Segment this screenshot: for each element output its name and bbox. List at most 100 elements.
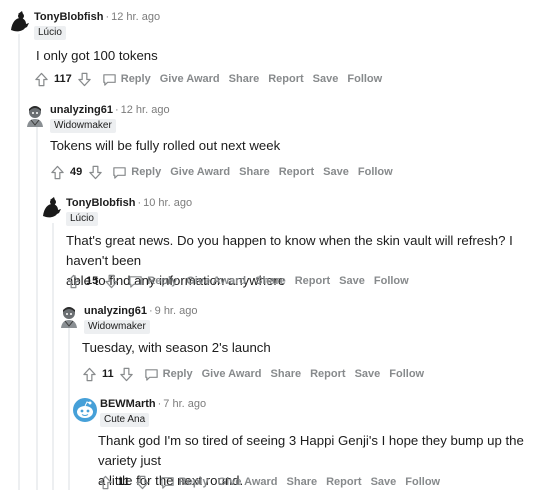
follow-button[interactable]: Follow [374, 275, 409, 287]
follow-button[interactable]: Follow [405, 476, 440, 488]
upvote-icon[interactable] [32, 70, 50, 88]
share-button[interactable]: Share [287, 476, 318, 488]
give-award-button[interactable]: Give Award [218, 476, 278, 488]
comment: BEWMarth · 7 hr. ago Cute Ana Thank god I'… [72, 397, 546, 490]
reply-button[interactable]: Reply [102, 72, 151, 87]
save-button[interactable]: Save [371, 476, 397, 488]
timestamp[interactable]: 9 hr. ago [155, 305, 198, 317]
separator: · [105, 11, 110, 23]
upvote-icon[interactable] [48, 163, 66, 181]
vote-score: 15 [86, 275, 99, 287]
avatar[interactable] [56, 304, 82, 330]
share-button[interactable]: Share [239, 166, 270, 178]
reply-button[interactable]: Reply [144, 367, 193, 382]
share-button[interactable]: Share [271, 368, 302, 380]
separator: · [114, 104, 119, 116]
share-button[interactable]: Share [255, 275, 286, 287]
username[interactable]: unalyzing61 [84, 305, 147, 317]
thread-line[interactable] [18, 34, 20, 490]
username[interactable]: TonyBlobfish [66, 197, 135, 209]
follow-button[interactable]: Follow [389, 368, 424, 380]
avatar[interactable] [6, 10, 32, 36]
upvote-icon[interactable] [96, 473, 114, 490]
vote-score: 11 [118, 476, 130, 488]
username[interactable]: unalyzing61 [50, 104, 113, 116]
comment: TonyBlobfish · 12 hr. ago Lúcio I only got… [6, 10, 546, 90]
comment-bubble-icon [103, 73, 116, 86]
downvote-icon[interactable] [76, 70, 94, 88]
avatar[interactable] [38, 196, 64, 222]
comment-actions: 15 Reply Give Award Share Report Save Fo… [64, 270, 409, 292]
timestamp[interactable]: 7 hr. ago [163, 398, 206, 410]
comment-actions: 11 Reply Give Award Share Report Save Fo… [80, 363, 424, 385]
comment-body: Tuesday, with season 2's launch [82, 340, 271, 355]
upvote-icon[interactable] [64, 272, 82, 290]
vote-score: 49 [70, 166, 83, 178]
save-button[interactable]: Save [323, 166, 349, 178]
username[interactable]: BEWMarth [100, 398, 156, 410]
give-award-button[interactable]: Give Award [160, 73, 220, 85]
give-award-button[interactable]: Give Award [170, 166, 230, 178]
gray-character-avatar-icon [61, 307, 77, 328]
reply-label: Reply [162, 368, 193, 380]
separator: · [137, 197, 142, 209]
timestamp[interactable]: 12 hr. ago [121, 104, 170, 116]
report-button[interactable]: Report [268, 73, 303, 85]
user-flair: Lúcio [34, 26, 66, 40]
comment: unalyzing61 · 12 hr. ago Widowmaker Tokens… [22, 103, 546, 185]
separator: · [148, 305, 153, 317]
report-button[interactable]: Report [326, 476, 361, 488]
comment-meta: unalyzing61 · 9 hr. ago [84, 304, 197, 318]
timestamp[interactable]: 10 hr. ago [143, 197, 192, 209]
give-award-button[interactable]: Give Award [186, 275, 246, 287]
comment-body-line: That's great news. Do you happen to know… [66, 233, 513, 268]
reply-button[interactable]: Reply [128, 274, 177, 289]
comment-bubble-icon [113, 166, 126, 179]
black-silhouette-avatar-icon [43, 197, 61, 218]
report-button[interactable]: Report [310, 368, 345, 380]
comment-meta: unalyzing61 · 12 hr. ago [50, 103, 170, 117]
black-silhouette-avatar-icon [11, 11, 29, 32]
give-award-button[interactable]: Give Award [202, 368, 262, 380]
reply-label: Reply [178, 476, 209, 488]
vote-score: 117 [54, 73, 72, 85]
reply-button[interactable]: Reply [160, 475, 209, 490]
downvote-icon[interactable] [118, 365, 136, 383]
comment-actions: 117 Reply Give Award Share Report Save F… [32, 68, 382, 90]
reply-label: Reply [120, 73, 151, 85]
downvote-icon[interactable] [102, 272, 120, 290]
gray-character-avatar-icon [27, 106, 43, 127]
comment-bubble-icon [160, 476, 174, 489]
timestamp[interactable]: 12 hr. ago [111, 11, 160, 23]
comment-meta: TonyBlobfish · 12 hr. ago [34, 10, 160, 24]
reply-button[interactable]: Reply [112, 165, 161, 180]
reply-label: Reply [131, 166, 162, 178]
follow-button[interactable]: Follow [358, 166, 393, 178]
username[interactable]: TonyBlobfish [34, 11, 103, 23]
save-button[interactable]: Save [339, 275, 365, 287]
user-flair: Widowmaker [84, 320, 150, 334]
comment-bubble-icon [129, 275, 142, 288]
reply-label: Reply [147, 275, 178, 287]
user-flair: Lúcio [66, 212, 98, 226]
report-button[interactable]: Report [295, 275, 330, 287]
comment: TonyBlobfish · 10 hr. ago Lúcio That's gre… [38, 196, 546, 296]
upvote-icon[interactable] [80, 365, 98, 383]
comment-body: Tokens will be fully rolled out next wee… [50, 138, 281, 153]
downvote-icon[interactable] [134, 473, 152, 490]
comment-actions: 11 Reply Give Award Share Report Save Fo… [96, 471, 440, 490]
comment-body-line: Thank god I'm so tired of seeing 3 Happi… [98, 433, 524, 468]
report-button[interactable]: Report [279, 166, 314, 178]
comment-actions: 49 Reply Give Award Share Report Save Fo… [48, 161, 393, 183]
blue-snoo-avatar-icon [73, 398, 97, 422]
save-button[interactable]: Save [355, 368, 381, 380]
comment: unalyzing61 · 9 hr. ago Widowmaker Tuesday… [56, 304, 546, 386]
downvote-icon[interactable] [86, 163, 104, 181]
save-button[interactable]: Save [313, 73, 339, 85]
avatar[interactable] [72, 397, 98, 423]
share-button[interactable]: Share [229, 73, 260, 85]
avatar[interactable] [22, 103, 48, 129]
follow-button[interactable]: Follow [347, 73, 382, 85]
user-flair: Widowmaker [50, 119, 116, 133]
user-flair: Cute Ana [100, 413, 150, 427]
